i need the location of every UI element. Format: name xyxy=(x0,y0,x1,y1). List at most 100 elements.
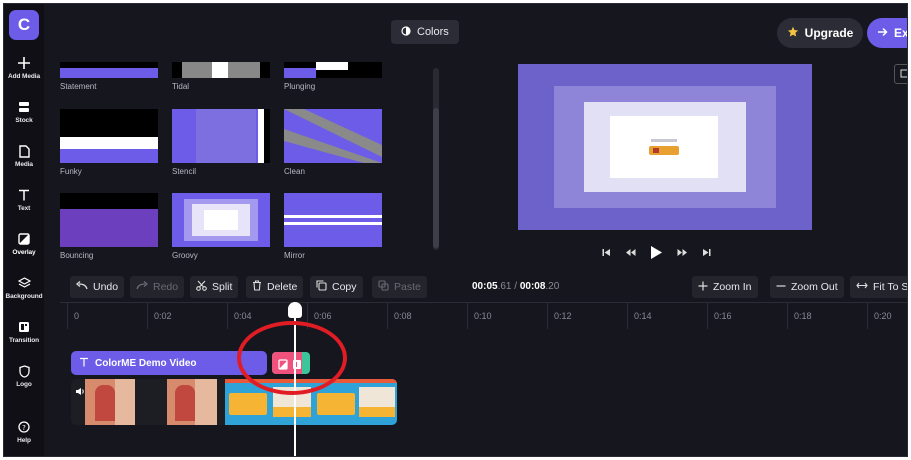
paste-icon xyxy=(378,280,389,294)
overlay-tile-mirror[interactable]: Mirror xyxy=(284,193,382,260)
contrast-icon xyxy=(401,25,411,39)
ruler-tick: 0:04 xyxy=(227,303,252,329)
overlay-tile-statement[interactable]: Statement xyxy=(60,62,158,91)
sidebar-item-logo[interactable]: Logo xyxy=(4,364,44,404)
overlay-scrollbar-thumb[interactable] xyxy=(433,108,439,248)
plus-icon xyxy=(698,281,708,294)
zoom-out-button[interactable]: Zoom Out xyxy=(770,276,844,298)
app-logo[interactable]: C xyxy=(9,10,39,40)
overlay-thumb xyxy=(60,109,158,163)
colors-button[interactable]: Colors xyxy=(391,20,459,44)
overlay-thumb xyxy=(172,193,270,247)
ruler-tick: 0:02 xyxy=(147,303,172,329)
preview-overlay-outer xyxy=(554,86,776,208)
text-icon xyxy=(79,357,89,370)
ruler-tick: 0:08 xyxy=(387,303,412,329)
ruler-tick: 0 xyxy=(67,303,79,329)
aspect-ratio-icon xyxy=(900,69,907,80)
ruler-tick: 0:10 xyxy=(467,303,492,329)
ruler-tick: 0:14 xyxy=(627,303,652,329)
redo-button[interactable]: Redo xyxy=(130,276,185,298)
volume-icon[interactable] xyxy=(75,383,85,401)
sidebar-item-help[interactable]: ? Help xyxy=(4,420,44,456)
playhead-handle[interactable] xyxy=(288,302,302,318)
ruler-tick: 0:18 xyxy=(787,303,812,329)
overlay-tile-bouncing[interactable]: Bouncing xyxy=(60,193,158,260)
transition-icon xyxy=(17,320,31,334)
copy-button[interactable]: Copy xyxy=(310,276,363,298)
overlay-grid: Statement Tidal Plunging Funky Stencil C… xyxy=(60,62,390,262)
split-button[interactable]: Split xyxy=(190,276,239,298)
overlay-tile-tidal[interactable]: Tidal xyxy=(172,62,270,91)
video-preview[interactable] xyxy=(518,64,812,230)
ruler-tick: 0:12 xyxy=(547,303,572,329)
delete-button[interactable]: Delete xyxy=(246,276,304,298)
export-button[interactable]: Ex xyxy=(867,18,907,48)
minus-icon xyxy=(776,281,786,294)
redo-icon xyxy=(136,281,149,293)
overlay-thumb xyxy=(284,193,382,247)
overlay-thumb xyxy=(60,193,158,247)
overlay-tile-stencil[interactable]: Stencil xyxy=(172,109,270,176)
sidebar-item-stock[interactable]: Stock xyxy=(4,100,44,140)
preview-overlay-middle xyxy=(584,102,746,192)
overlay-thumb xyxy=(172,109,270,163)
zoom-in-button[interactable]: Zoom In xyxy=(692,276,758,298)
video-clip[interactable] xyxy=(71,379,397,425)
upgrade-button[interactable]: Upgrade xyxy=(777,18,863,48)
overlay-thumb xyxy=(284,109,382,163)
video-frame xyxy=(167,379,217,425)
fast-forward-icon[interactable] xyxy=(677,248,688,257)
overlay-tile-funky[interactable]: Funky xyxy=(60,109,158,176)
annotation-circle xyxy=(237,321,347,395)
playback-controls xyxy=(602,242,732,262)
arrow-right-icon xyxy=(877,26,888,40)
video-frame xyxy=(85,379,135,425)
overlay-thumb xyxy=(172,62,270,78)
star-icon xyxy=(787,26,799,41)
aspect-ratio-button[interactable] xyxy=(894,64,907,84)
sidebar-item-transition[interactable]: Transition xyxy=(4,320,44,360)
help-icon: ? xyxy=(17,420,31,434)
sidebar-item-media[interactable]: Media xyxy=(4,144,44,184)
sidebar-item-overlay[interactable]: Overlay xyxy=(4,232,44,272)
scissors-icon xyxy=(196,280,207,294)
sidebar-item-text[interactable]: Text xyxy=(4,188,44,228)
text-icon xyxy=(17,188,31,202)
plus-icon xyxy=(17,56,31,70)
fit-icon xyxy=(856,281,868,293)
trash-icon xyxy=(252,280,262,294)
rewind-icon[interactable] xyxy=(625,248,636,257)
timeline-toolbar: Undo Redo Split Delete Copy Paste 00:05.… xyxy=(60,272,907,300)
overlay-tile-clean[interactable]: Clean xyxy=(284,109,382,176)
timeline-ruler[interactable]: 0 0:02 0:04 0:06 0:08 0:10 0:12 0:14 0:1… xyxy=(60,302,907,329)
file-icon xyxy=(17,144,31,158)
overlay-icon xyxy=(17,232,31,246)
overlay-thumb xyxy=(60,62,158,78)
preview-overlay-inner xyxy=(610,116,718,178)
sidebar: C Add Media Stock Media Text Overlay Bac… xyxy=(4,4,44,456)
skip-end-icon[interactable] xyxy=(702,248,711,257)
skip-start-icon[interactable] xyxy=(602,248,611,257)
paste-button[interactable]: Paste xyxy=(372,276,427,298)
clipchamp-editor: C Add Media Stock Media Text Overlay Bac… xyxy=(3,3,908,457)
preview-video-frame xyxy=(647,136,681,158)
stock-icon xyxy=(17,100,31,114)
timecode: 00:05.61 / 00:08.20 xyxy=(472,281,560,292)
video-frame xyxy=(135,379,167,425)
play-icon[interactable] xyxy=(650,245,663,260)
sidebar-item-background[interactable]: Background xyxy=(4,276,44,316)
shield-icon xyxy=(17,364,31,378)
overlay-tile-plunging[interactable]: Plunging xyxy=(284,62,382,91)
overlay-thumb xyxy=(284,62,382,78)
layers-icon xyxy=(17,276,31,290)
ruler-tick: 0:16 xyxy=(707,303,732,329)
undo-button[interactable]: Undo xyxy=(70,276,125,298)
fit-to-screen-button[interactable]: Fit To Se xyxy=(850,276,907,298)
overlay-tile-groovy[interactable]: Groovy xyxy=(172,193,270,260)
copy-icon xyxy=(316,280,327,294)
ruler-tick: 0:20 xyxy=(867,303,892,329)
undo-icon xyxy=(75,281,88,293)
svg-text:?: ? xyxy=(22,424,26,432)
sidebar-item-add-media[interactable]: Add Media xyxy=(4,56,44,96)
